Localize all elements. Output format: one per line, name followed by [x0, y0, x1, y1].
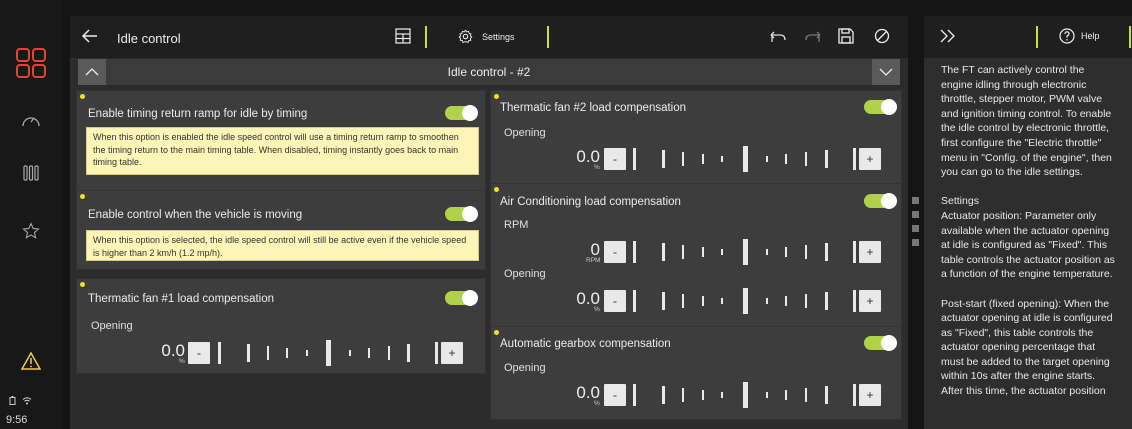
chevron-up-icon — [85, 68, 99, 76]
expand-down-button[interactable] — [872, 59, 900, 85]
wifi-icon — [22, 392, 32, 410]
status-dot — [80, 282, 85, 287]
info-note: When this option is selected, the idle s… — [86, 230, 479, 261]
slider-thumb[interactable] — [326, 340, 331, 366]
vehicle-moving-toggle[interactable] — [445, 206, 478, 222]
increase-button[interactable]: + — [859, 384, 881, 406]
decrease-button[interactable]: - — [604, 148, 626, 170]
opening-label: Opening — [91, 320, 133, 332]
opening-unit: % — [594, 164, 600, 171]
info-note: When this option is enabled the idle spe… — [86, 127, 479, 175]
divider — [1129, 26, 1131, 48]
gearbox-panel: Automatic gearbox compensation Opening 0… — [490, 326, 902, 420]
fan1-toggle[interactable] — [445, 290, 478, 306]
opening-unit: % — [594, 400, 600, 407]
status-dot — [80, 94, 85, 99]
opening-unit: % — [594, 306, 600, 313]
chevron-down-icon — [879, 68, 893, 76]
ac-toggle[interactable] — [864, 193, 897, 209]
main-content: Idle control Settings Idle control - #2 — [70, 16, 908, 429]
section-titlebar: Idle control - #2 — [78, 59, 900, 85]
rpm-decrease-button[interactable]: - — [604, 241, 626, 263]
slider-thumb[interactable] — [743, 239, 748, 265]
apps-grid-icon[interactable] — [0, 48, 62, 78]
clock-time: 9:56 — [6, 414, 28, 426]
help-header: Help — [924, 16, 1132, 58]
panel-title: Automatic gearbox compensation — [500, 338, 671, 350]
timing-ramp-toggle[interactable] — [445, 105, 478, 121]
status-dot — [494, 330, 499, 335]
page-indicator[interactable] — [912, 239, 919, 246]
panel-title: Air Conditioning load compensation — [500, 196, 681, 208]
panel-title: Thermatic fan #2 load compensation — [500, 102, 687, 114]
gearbox-toggle[interactable] — [864, 335, 897, 351]
table-view-icon[interactable] — [395, 28, 411, 49]
left-sidebar: 9:56 — [0, 0, 62, 429]
increase-button[interactable]: + — [859, 148, 881, 170]
opening-label: Opening — [504, 127, 546, 139]
status-dot — [494, 94, 499, 99]
opening-unit: % — [179, 358, 185, 365]
rpm-increase-button[interactable]: + — [859, 241, 881, 263]
opening-label: Opening — [504, 362, 546, 374]
fan1-panel: Thermatic fan #1 load compensation Openi… — [76, 278, 486, 374]
panel-title: Enable timing return ramp for idle by ti… — [88, 108, 308, 120]
back-arrow-icon[interactable] — [81, 29, 98, 48]
collapse-panel-icon[interactable] — [940, 29, 956, 48]
help-text: The FT can actively control the engine i… — [941, 64, 1115, 398]
disable-icon[interactable] — [874, 28, 890, 49]
status-dot — [494, 187, 499, 192]
timing-ramp-panel: Enable timing return ramp for idle by ti… — [76, 90, 486, 192]
increase-button[interactable]: + — [441, 342, 463, 364]
divider — [1036, 26, 1038, 48]
fan2-toggle[interactable] — [864, 99, 897, 115]
collapse-up-button[interactable] — [78, 59, 106, 85]
increase-button[interactable]: + — [859, 290, 881, 312]
panel-title: Enable control when the vehicle is movin… — [88, 209, 303, 221]
ac-panel: Air Conditioning load compensation RPM 0… — [490, 183, 902, 333]
opening-label: Opening — [504, 268, 546, 280]
star-icon[interactable] — [0, 222, 62, 240]
page-indicator[interactable] — [912, 225, 919, 232]
help-panel: Help The FT can actively control the eng… — [924, 16, 1132, 429]
help-label[interactable]: Help — [1081, 31, 1100, 41]
decrease-button[interactable]: - — [188, 342, 210, 364]
undo-icon[interactable] — [770, 30, 786, 48]
help-circle-icon[interactable] — [1059, 28, 1075, 49]
decrease-button[interactable]: - — [604, 384, 626, 406]
section-title: Idle control - #2 — [106, 59, 872, 85]
rpm-unit: RPM — [586, 257, 601, 264]
decrease-button[interactable]: - — [604, 290, 626, 312]
settings-gear-icon[interactable] — [458, 29, 473, 49]
warning-icon[interactable] — [0, 352, 62, 370]
page-title: Idle control — [117, 31, 181, 46]
vehicle-moving-panel: Enable control when the vehicle is movin… — [76, 190, 486, 270]
fan2-panel: Thermatic fan #2 load compensation Openi… — [490, 90, 902, 184]
page-indicator[interactable] — [912, 197, 919, 204]
divider — [547, 26, 549, 48]
columns-icon[interactable] — [0, 165, 62, 181]
slider-thumb[interactable] — [743, 146, 748, 172]
panel-title: Thermatic fan #1 load compensation — [88, 293, 275, 305]
tab-settings[interactable]: Settings — [482, 32, 515, 42]
slider-thumb[interactable] — [743, 382, 748, 408]
rpm-label: RPM — [504, 219, 529, 231]
save-icon[interactable] — [838, 28, 854, 49]
slider-thumb[interactable] — [743, 288, 748, 314]
status-dot — [80, 194, 85, 199]
divider — [425, 26, 427, 48]
top-toolbar: Idle control Settings — [70, 16, 908, 58]
redo-icon[interactable] — [805, 30, 821, 48]
battery-icon — [9, 392, 17, 410]
page-indicator[interactable] — [912, 211, 919, 218]
gauge-icon[interactable] — [0, 112, 62, 128]
